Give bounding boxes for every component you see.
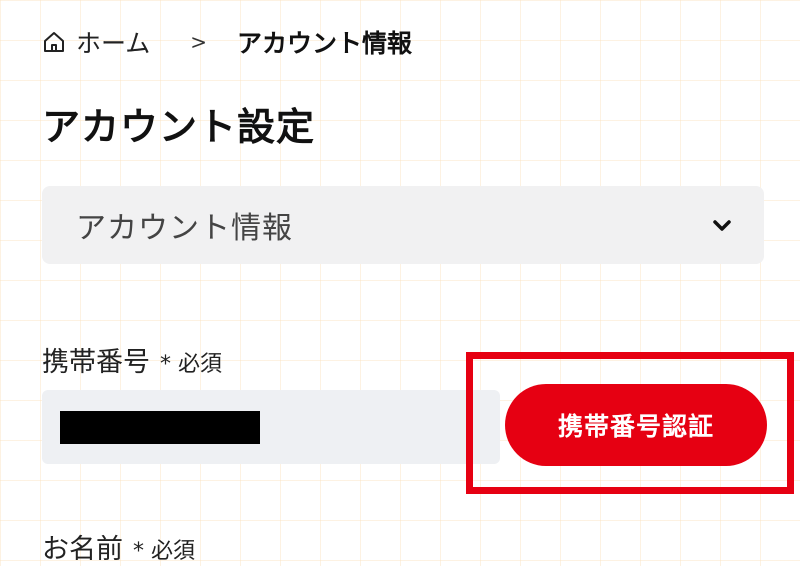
breadcrumb-home-link[interactable]: ホーム [76,24,150,60]
page-title: アカウント設定 [42,105,316,149]
section-select-value: アカウント情報 [76,211,293,246]
name-field-label: お名前 * 必須 [42,527,195,566]
redacted-phone-value [60,410,260,444]
breadcrumb-separator: > [190,30,208,54]
home-icon[interactable] [42,30,66,54]
required-marker: * 必須 [133,539,195,564]
phone-field-label: 携帯番号 * 必須 [42,340,222,379]
phone-verify-button[interactable]: 携帯番号認証 [505,384,767,466]
breadcrumb: ホーム > アカウント情報 [42,22,412,62]
breadcrumb-current: アカウント情報 [237,29,413,58]
phone-label-text: 携帯番号 [42,347,150,378]
chevron-down-icon [708,211,736,239]
name-label-text: お名前 [42,534,123,565]
required-marker: * 必須 [160,352,222,377]
section-select[interactable]: アカウント情報 [42,186,764,264]
phone-input[interactable] [42,390,500,464]
